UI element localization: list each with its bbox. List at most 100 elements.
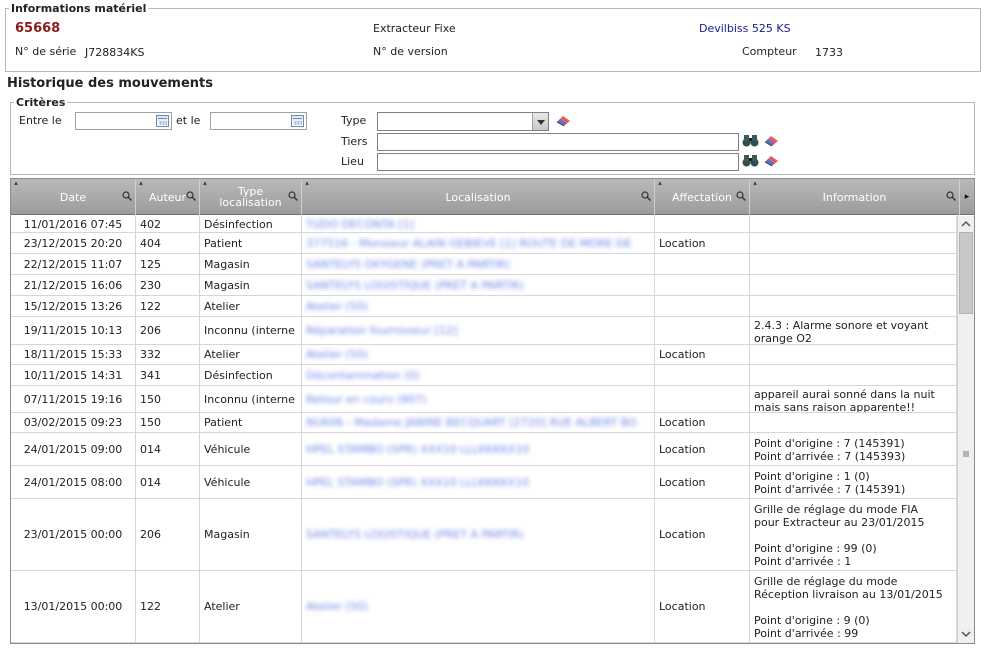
filter-search-icon[interactable] [122, 191, 132, 201]
scrollbar-thumb[interactable] [959, 232, 973, 314]
cell-localisation[interactable]: TUDO DECONTA [1] [302, 216, 655, 232]
table-row[interactable]: 15/12/2015 13:26 122 Atelier Atelier (50… [11, 296, 957, 317]
cell-localisation[interactable]: HPEL STAMBO (SPR) XXX10 LLLKKKKX10 [302, 433, 655, 465]
filter-search-icon[interactable] [736, 191, 746, 201]
table-row[interactable]: 11/01/2016 07:45 402 Désinfection TUDO D… [11, 216, 957, 233]
cell-localisation[interactable]: Atelier (50) [302, 571, 655, 642]
sort-icon[interactable]: ▴ [13, 180, 19, 187]
cell-information [750, 345, 957, 364]
cell-auteur: 150 [136, 386, 200, 412]
sort-icon[interactable]: ▴ [138, 180, 144, 187]
cell-localisation[interactable]: 377516 - Monsieur ALAIN GEBIEVE [1] ROUT… [302, 233, 655, 253]
column-header-localisation[interactable]: ▴ Localisation [302, 179, 655, 215]
cell-affectation [655, 216, 750, 232]
table-row[interactable]: 21/12/2015 16:06 230 Magasin SANTELYS LO… [11, 275, 957, 296]
cell-localisation[interactable]: SANTELYS LOGISTIQUE (PRET A PARTIR) [302, 499, 655, 570]
column-header-affectation[interactable]: ▴ Affectation [655, 179, 750, 215]
localisation-link[interactable]: HPEL STAMBO (SPR) XXX10 LLLKKKKX10 [306, 443, 529, 456]
localisation-link[interactable]: SANTELYS LOGISTIQUE (PRET A PARTIR) [306, 279, 524, 292]
cell-localisation[interactable]: Retour en cours (907) [302, 386, 655, 412]
eraser-icon[interactable] [764, 135, 779, 147]
table-row[interactable]: 18/11/2015 15:33 332 Atelier Atelier (50… [11, 345, 957, 365]
filter-search-icon[interactable] [946, 191, 956, 201]
localisation-link[interactable]: Atelier (50) [306, 348, 368, 361]
localisation-link[interactable]: Décontamination (0) [306, 369, 420, 382]
cell-date: 19/11/2015 10:13 [11, 317, 136, 344]
table-row[interactable]: 10/11/2015 14:31 341 Désinfection Décont… [11, 365, 957, 386]
sort-icon[interactable]: ▴ [304, 180, 310, 187]
date-to-field[interactable] [210, 112, 307, 130]
serial-value: J728834KS [85, 46, 145, 59]
column-header-date[interactable]: ▴ Date [11, 179, 136, 215]
table-row[interactable]: 07/11/2015 19:16 150 Inconnu (interne Re… [11, 386, 957, 413]
localisation-link[interactable]: SANTELYS LOGISTIQUE (PRET A PARTIR) [306, 528, 524, 541]
eraser-icon[interactable] [764, 155, 779, 167]
cell-localisation[interactable]: Atelier (50) [302, 296, 655, 316]
cell-auteur: 402 [136, 216, 200, 232]
localisation-link[interactable]: HPEL STAMBO (SPR) XXX10 LLLKKKKX10 [306, 476, 529, 489]
cell-date: 23/01/2015 00:00 [11, 499, 136, 570]
scroll-down-icon[interactable] [958, 626, 974, 642]
cell-auteur: 014 [136, 466, 200, 498]
localisation-link[interactable]: 377516 - Monsieur ALAIN GEBIEVE [1] ROUT… [306, 237, 631, 250]
cell-date: 22/12/2015 11:07 [11, 254, 136, 274]
table-row[interactable]: 19/11/2015 10:13 206 Inconnu (interne Ré… [11, 317, 957, 345]
type-select[interactable] [377, 112, 549, 131]
scroll-up-icon[interactable] [958, 216, 974, 232]
filter-search-icon[interactable] [288, 191, 298, 201]
cell-date: 18/11/2015 15:33 [11, 345, 136, 364]
cell-localisation[interactable]: HPEL STAMBO (SPR) XXX10 LLLKKKKX10 [302, 466, 655, 498]
binoculars-icon[interactable] [742, 134, 759, 147]
cell-auteur: 206 [136, 317, 200, 344]
localisation-link[interactable]: NU606 - Madame JANINE BECQUART [2720] RU… [306, 416, 637, 429]
cell-localisation[interactable]: Décontamination (0) [302, 365, 655, 385]
table-row[interactable]: 24/01/2015 09:00 014 Véhicule HPEL STAMB… [11, 433, 957, 466]
criteria-legend: Critères [16, 96, 66, 109]
cell-localisation[interactable]: SANTELYS LOGISTIQUE (PRET A PARTIR) [302, 275, 655, 295]
movements-grid: ▴ Date ▴ Auteur ▴ Type localisation ▴ Lo… [10, 178, 975, 644]
cell-affectation: Location [655, 499, 750, 570]
cell-type-localisation: Véhicule [200, 466, 302, 498]
eraser-icon[interactable] [556, 115, 571, 127]
table-row[interactable]: 24/01/2015 08:00 014 Véhicule HPEL STAMB… [11, 466, 957, 499]
localisation-link[interactable]: Retour en cours (907) [306, 393, 426, 406]
sort-icon[interactable]: ▴ [657, 180, 663, 187]
localisation-link[interactable]: TUDO DECONTA [1] [306, 218, 414, 231]
filter-search-icon[interactable] [641, 191, 651, 201]
table-row[interactable]: 13/01/2015 00:00 122 Atelier Atelier (50… [11, 571, 957, 643]
column-header-type-localisation[interactable]: ▴ Type localisation [200, 179, 302, 215]
column-header-auteur[interactable]: ▴ Auteur [136, 179, 200, 215]
filter-search-icon[interactable] [186, 191, 196, 201]
cell-type-localisation: Atelier [200, 296, 302, 316]
table-row[interactable]: 22/12/2015 11:07 125 Magasin SANTELYS OX… [11, 254, 957, 275]
sort-icon[interactable]: ▴ [752, 180, 758, 187]
tiers-field[interactable] [377, 133, 739, 151]
cell-localisation[interactable]: Réparation fournisseur [12] [302, 317, 655, 344]
equipment-brand-link[interactable]: Devilbiss 525 KS [699, 22, 791, 35]
binoculars-icon[interactable] [742, 154, 759, 167]
vertical-scrollbar[interactable] [957, 216, 974, 643]
chevron-right-icon[interactable]: ▸ [965, 192, 970, 203]
lieu-field[interactable] [377, 153, 739, 171]
date-from-field[interactable] [75, 112, 172, 130]
localisation-link[interactable]: SANTELYS OXYGENE (PRET A PARTIR) [306, 258, 510, 271]
localisation-link[interactable]: Réparation fournisseur [12] [306, 324, 457, 337]
sort-icon[interactable]: ▴ [202, 180, 208, 187]
calendar-icon[interactable] [291, 115, 304, 127]
cell-information [750, 296, 957, 316]
column-auteur-label: Auteur [148, 190, 187, 204]
localisation-link[interactable]: Atelier (50) [306, 300, 368, 313]
cell-localisation[interactable]: Atelier (50) [302, 345, 655, 364]
cell-localisation[interactable]: NU606 - Madame JANINE BECQUART [2720] RU… [302, 413, 655, 432]
localisation-link[interactable]: Atelier (50) [306, 600, 368, 613]
cell-localisation[interactable]: SANTELYS OXYGENE (PRET A PARTIR) [302, 254, 655, 274]
cell-information [750, 216, 957, 232]
chevron-down-icon[interactable] [532, 113, 548, 130]
cell-information: 2.4.3 : Alarme sonore et voyant orange O… [750, 317, 957, 344]
calendar-icon[interactable] [156, 115, 169, 127]
column-chooser[interactable]: ▸ [960, 179, 974, 215]
table-row[interactable]: 23/12/2015 20:20 404 Patient 377516 - Mo… [11, 233, 957, 254]
column-header-information[interactable]: ▴ Information [750, 179, 960, 215]
table-row[interactable]: 23/01/2015 00:00 206 Magasin SANTELYS LO… [11, 499, 957, 571]
table-row[interactable]: 03/02/2015 09:23 150 Patient NU606 - Mad… [11, 413, 957, 433]
